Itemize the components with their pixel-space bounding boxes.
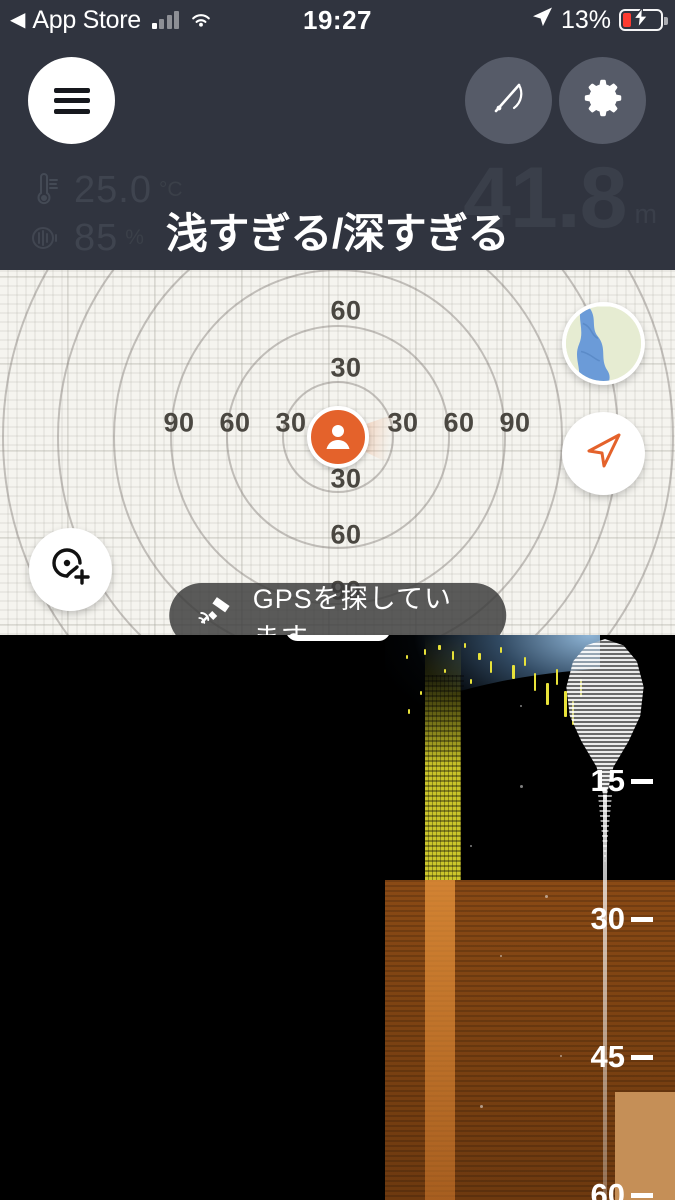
ring-label-h-2: 30 <box>275 407 307 438</box>
ring-label-h-0: 90 <box>163 407 195 438</box>
depth-tick-2: 45 <box>591 1039 653 1075</box>
depth-tick-label-0: 15 <box>590 763 625 798</box>
ring-label-down-0: 30 <box>330 463 362 494</box>
sonar-panel-handle[interactable] <box>285 635 390 641</box>
ring-label-h-1: 60 <box>219 407 251 438</box>
fishing-rod-icon <box>486 75 532 126</box>
navigation-arrow-button[interactable] <box>562 412 645 495</box>
depth-tick-3: 60 <box>591 1177 653 1200</box>
status-bar-right: 13% <box>531 6 675 35</box>
menu-button[interactable] <box>28 57 115 144</box>
depth-tick-1: 30 <box>591 901 653 937</box>
depth-tick-label-2: 45 <box>590 1039 625 1074</box>
map-thumbnail-button[interactable] <box>562 302 645 385</box>
app-root: ◀ App Store 19:27 13% 25.0 °C 85 % 41.8 … <box>0 0 675 1200</box>
bottom-soft-layer <box>425 880 455 1200</box>
depth-tick-label-3: 60 <box>590 1177 625 1200</box>
settings-gear-button[interactable] <box>559 57 646 144</box>
depth-alert-text: 浅すぎる/深すぎる <box>165 210 510 257</box>
radar-panel[interactable]: 90 60 30 30 60 90 60 30 30 60 90 <box>0 270 675 635</box>
fishing-rod-button[interactable] <box>465 57 552 144</box>
ring-label-down-1: 60 <box>330 519 362 550</box>
gear-icon <box>582 77 624 124</box>
gps-banner-label: GPSを探しています <box>252 583 452 636</box>
header-button-row <box>0 53 675 153</box>
user-avatar-icon[interactable] <box>306 406 369 468</box>
depth-scale: 15 30 45 60 <box>533 635 653 1200</box>
temperature-unit: °C <box>158 178 183 201</box>
depth-tick-0: 15 <box>591 763 653 799</box>
navigation-arrow-icon <box>581 428 627 479</box>
satellite-icon <box>195 593 233 635</box>
location-arrow-icon <box>531 6 553 35</box>
gps-searching-banner: GPSを探しています <box>168 583 507 635</box>
battery-percent-label: 13% <box>560 5 611 34</box>
hamburger-icon <box>53 87 90 114</box>
battery-charging-icon <box>619 5 668 31</box>
depth-tick-label-1: 30 <box>590 901 625 936</box>
ring-label-up-1: 30 <box>330 352 362 383</box>
add-waypoint-icon <box>48 544 94 595</box>
status-bar: ◀ App Store 19:27 13% <box>0 0 675 40</box>
map-thumbnail-icon <box>566 306 641 381</box>
ring-label-h-4: 60 <box>443 407 475 438</box>
add-waypoint-button[interactable] <box>29 528 112 611</box>
app-header: 25.0 °C 85 % 41.8 m 浅すぎる/深すぎる <box>0 40 675 270</box>
ring-label-up-0: 60 <box>330 295 362 326</box>
sonar-panel[interactable]: 15 30 45 60 <box>0 635 675 1200</box>
ring-label-h-5: 90 <box>499 407 531 438</box>
